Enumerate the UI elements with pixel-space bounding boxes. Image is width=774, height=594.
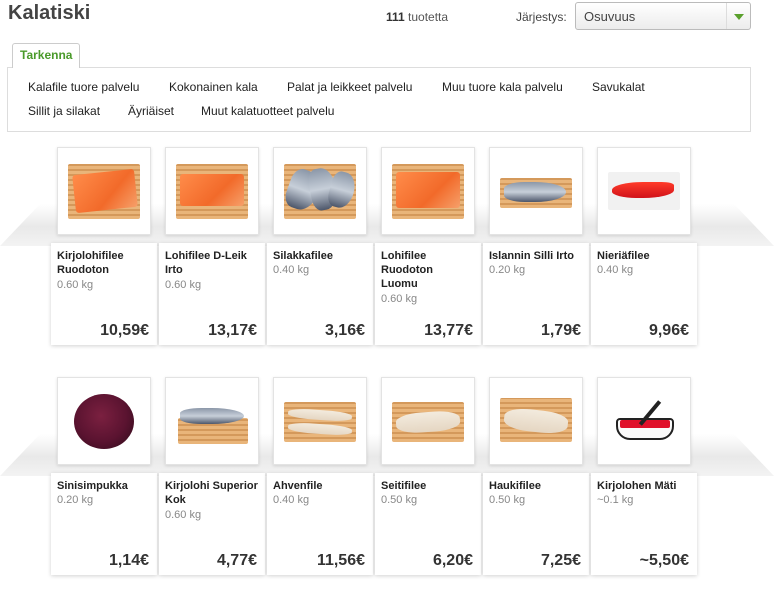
product-price: 13,77€	[424, 322, 473, 339]
category-link[interactable]: Kalafile tuore palvelu	[28, 80, 139, 94]
category-link[interactable]: Äyriäiset	[128, 104, 174, 118]
category-link[interactable]: Kokonainen kala	[169, 80, 258, 94]
white-fillet-image	[500, 398, 572, 442]
product-price: 10,59€	[100, 322, 149, 339]
product-image[interactable]	[597, 147, 691, 235]
salmon-fillet-image	[68, 164, 140, 219]
product-name[interactable]: Kirjolohen Mäti	[597, 479, 693, 493]
product-image[interactable]	[57, 147, 151, 235]
tab-refine[interactable]: Tarkenna	[12, 43, 81, 68]
product-card[interactable]: Seitifilee 0.50 kg 6,20€	[375, 473, 481, 575]
product-weight: 0.60 kg	[165, 279, 202, 291]
herring-image	[500, 178, 572, 208]
product-image[interactable]	[57, 377, 151, 465]
product-count-number: 111	[386, 10, 405, 24]
product-name[interactable]: Seitifilee	[381, 479, 477, 493]
product-name[interactable]: Kirjolohifilee Ruodoton	[57, 249, 153, 277]
product-card[interactable]: Haukifilee 0.50 kg 7,25€	[483, 473, 589, 575]
product-weight: 0.20 kg	[57, 494, 94, 506]
product-image[interactable]	[597, 377, 691, 465]
product-card[interactable]: Ahvenfile 0.40 kg 11,56€	[267, 473, 373, 575]
product-card[interactable]: Islannin Silli Irto 0.20 kg 1,79€	[483, 243, 589, 345]
product-weight: 0.40 kg	[273, 494, 310, 506]
product-price: 9,96€	[648, 322, 689, 339]
sort-label: Järjestys:	[516, 10, 567, 24]
product-name[interactable]: Kirjolohi Superior Kok	[165, 479, 261, 507]
product-card[interactable]: Nieriäfilee 0.40 kg 9,96€	[591, 243, 697, 345]
product-card[interactable]: Kirjolohi Superior Kok 0.60 kg 4,77€	[159, 473, 265, 575]
herring-fillet-image	[282, 164, 359, 219]
product-name[interactable]: Lohifilee Ruodoton Luomu	[381, 249, 451, 291]
product-weight: 0.60 kg	[57, 279, 94, 291]
product-image[interactable]	[489, 377, 583, 465]
product-weight: 0.50 kg	[489, 494, 526, 506]
white-fillet-image	[284, 402, 356, 442]
category-link[interactable]: Muut kalatuotteet palvelu	[201, 104, 334, 118]
product-price: 11,56€	[316, 552, 365, 569]
product-weight: 0.60 kg	[381, 293, 418, 305]
product-price: ~5,50€	[639, 552, 689, 569]
product-image[interactable]	[165, 147, 259, 235]
product-weight: 0.60 kg	[165, 509, 202, 521]
salmon-fillet-image	[176, 164, 248, 219]
product-price: 1,79€	[540, 322, 581, 339]
category-link[interactable]: Sillit ja silakat	[28, 104, 100, 118]
product-weight: 0.40 kg	[597, 264, 634, 276]
product-name[interactable]: Lohifilee D-Leik Irto	[165, 249, 261, 277]
white-fillet-image	[392, 402, 464, 442]
product-weight: 0.20 kg	[489, 264, 526, 276]
product-name[interactable]: Nieriäfilee	[597, 249, 693, 263]
salmon-fillet-image	[392, 164, 464, 219]
product-card[interactable]: Silakkafilee 0.40 kg 3,16€	[267, 243, 373, 345]
product-image[interactable]	[165, 377, 259, 465]
product-price: 3,16€	[324, 322, 365, 339]
product-name[interactable]: Ahvenfile	[273, 479, 369, 493]
product-image[interactable]	[381, 377, 475, 465]
product-weight: 0.40 kg	[273, 264, 310, 276]
sort-select[interactable]: Osuvuus	[575, 2, 751, 30]
category-filter-panel: Kalafile tuore palvelu Kokonainen kala P…	[7, 67, 751, 132]
product-image[interactable]	[273, 377, 367, 465]
page-title: Kalatiski	[8, 2, 91, 24]
product-count: 111 tuotetta	[386, 10, 448, 24]
whole-trout-image	[176, 394, 248, 449]
product-image[interactable]	[489, 147, 583, 235]
product-name[interactable]: Haukifilee	[489, 479, 585, 493]
chevron-down-icon[interactable]	[726, 3, 750, 29]
category-link[interactable]: Muu tuore kala palvelu	[442, 80, 563, 94]
mussels-image	[68, 394, 140, 449]
product-count-suffix: tuotetta	[404, 10, 449, 24]
product-weight: 0.50 kg	[381, 494, 418, 506]
product-image[interactable]	[381, 147, 475, 235]
product-card[interactable]: Lohifilee D-Leik Irto 0.60 kg 13,17€	[159, 243, 265, 345]
product-card[interactable]: Kirjolohifilee Ruodoton 0.60 kg 10,59€	[51, 243, 157, 345]
category-link[interactable]: Palat ja leikkeet palvelu	[287, 80, 412, 94]
product-card[interactable]: Sinisimpukka 0.20 kg 1,14€	[51, 473, 157, 575]
product-card[interactable]: Lohifilee Ruodoton Luomu 0.60 kg 13,77€	[375, 243, 481, 345]
roe-bowl-image	[608, 394, 680, 449]
product-name[interactable]: Sinisimpukka	[57, 479, 153, 493]
product-price: 6,20€	[432, 552, 473, 569]
char-fillet-image	[608, 172, 680, 210]
product-price: 7,25€	[540, 552, 581, 569]
product-name[interactable]: Silakkafilee	[273, 249, 369, 263]
category-link[interactable]: Savukalat	[592, 80, 645, 94]
product-image[interactable]	[273, 147, 367, 235]
product-name[interactable]: Islannin Silli Irto	[489, 249, 585, 263]
sort-select-value: Osuvuus	[584, 9, 636, 24]
product-card[interactable]: Kirjolohen Mäti ~0.1 kg ~5,50€	[591, 473, 697, 575]
product-price: 13,17€	[208, 322, 257, 339]
product-price: 1,14€	[108, 552, 149, 569]
product-price: 4,77€	[216, 552, 257, 569]
product-weight: ~0.1 kg	[597, 494, 634, 506]
